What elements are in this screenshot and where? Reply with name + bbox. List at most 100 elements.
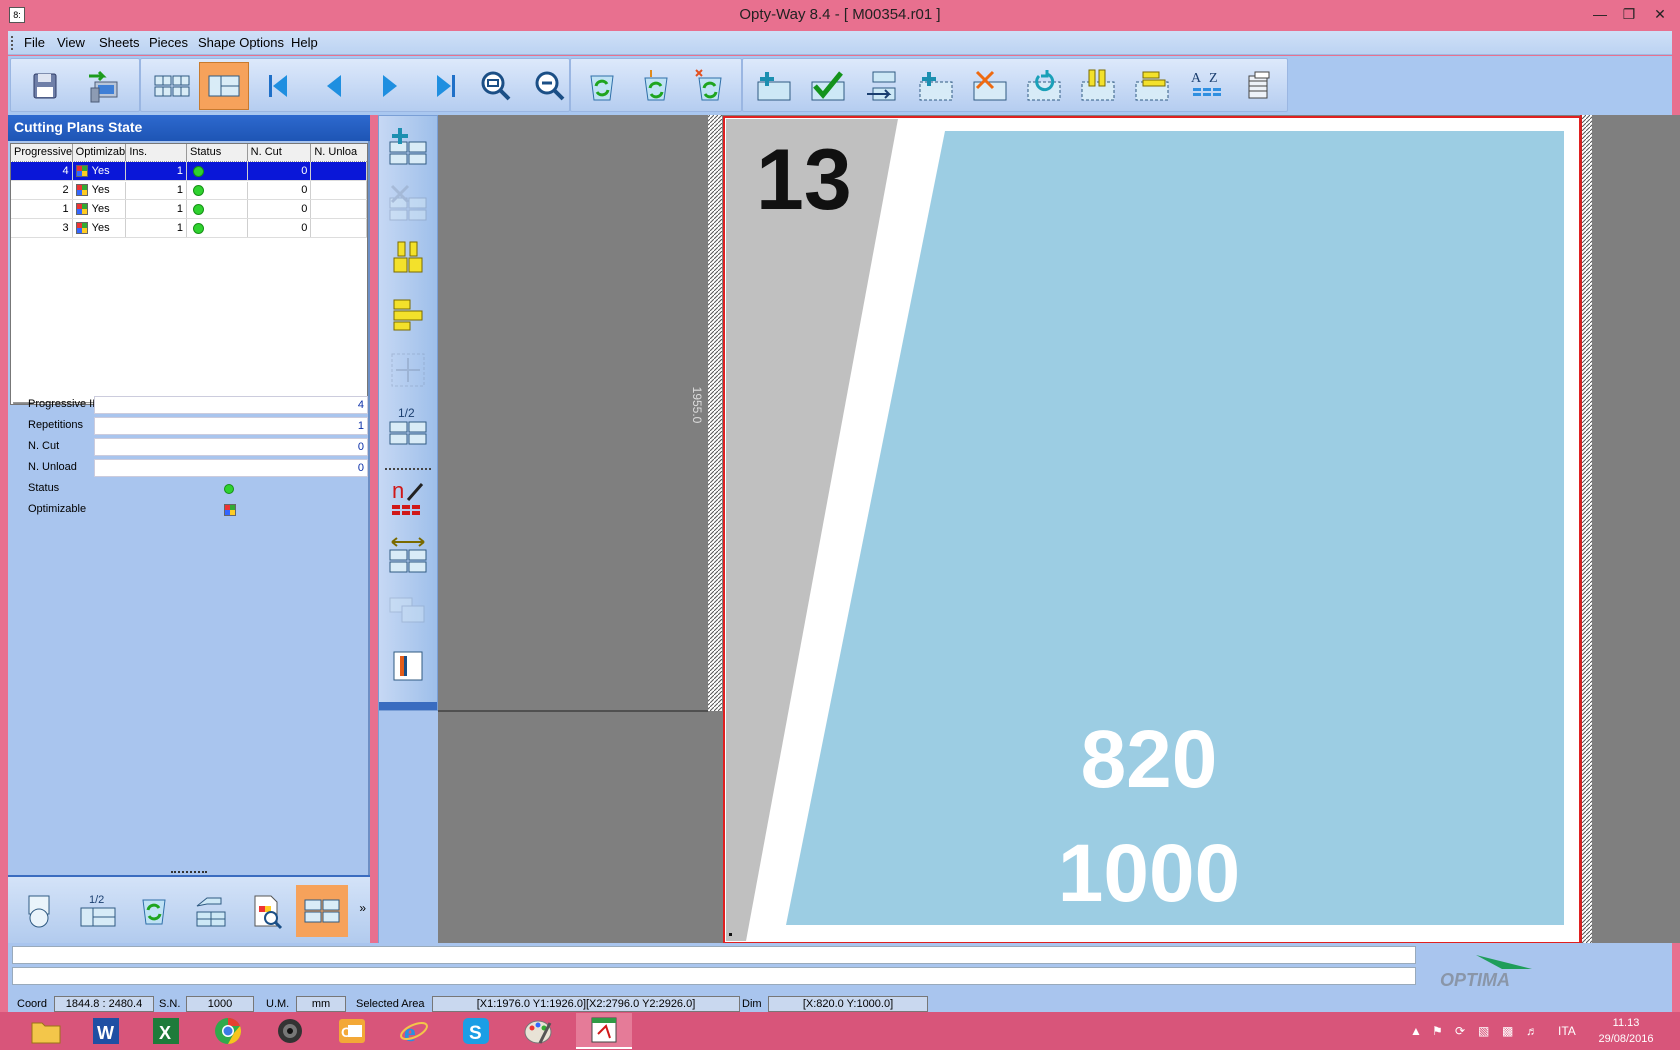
table-row[interactable]: 1 Yes 1 0 — [11, 200, 367, 219]
tray-power-icon[interactable]: ▧ — [1478, 1024, 1489, 1038]
property-n-unload-value[interactable]: 0 — [94, 459, 368, 477]
recycle-button[interactable] — [577, 62, 627, 110]
cutting-plans-grid[interactable]: Progressive Optimizable Ins. Status N. C… — [10, 143, 368, 405]
sort-az-button[interactable]: AZ — [1181, 62, 1231, 110]
align-vertical-button[interactable] — [1073, 62, 1123, 110]
half-sheet-button[interactable]: 1/2 — [72, 885, 124, 937]
transfer-button[interactable] — [79, 62, 129, 110]
add-piece-button[interactable] — [749, 62, 799, 110]
move-piece-button[interactable] — [857, 62, 907, 110]
recycle-add-button[interactable] — [631, 62, 681, 110]
tray-volume-icon[interactable]: ♬ — [1526, 1024, 1538, 1038]
taskbar-word[interactable]: W — [78, 1013, 134, 1049]
next-button[interactable] — [365, 62, 415, 110]
cell-n-cut: 0 — [248, 181, 312, 199]
confirm-button[interactable] — [803, 62, 853, 110]
rotate-piece-button[interactable] — [1019, 62, 1069, 110]
dim-value: [X:820.0 Y:1000.0] — [768, 996, 928, 1012]
stretch-sheet-button[interactable] — [384, 530, 432, 578]
confirm-icon — [811, 71, 845, 101]
cell-ins-text: 1 — [176, 165, 184, 177]
property-optimizable-label: Optimizable — [28, 503, 87, 515]
taskbar-file-explorer[interactable] — [18, 1013, 74, 1049]
more-buttons-chevron-icon[interactable]: » — [359, 901, 366, 915]
zoom-in-button[interactable] — [471, 62, 521, 110]
taskbar-skype[interactable]: S — [448, 1013, 504, 1049]
align-vertical-sheet-button[interactable] — [384, 234, 432, 282]
add-dashed-piece-button[interactable] — [911, 62, 961, 110]
column-ins[interactable]: Ins. — [126, 144, 188, 161]
align-vertical-icon — [1081, 69, 1115, 101]
menu-shape-options[interactable]: Shape Options — [198, 35, 284, 50]
disabled-sheet-button[interactable] — [384, 586, 432, 634]
property-progressive-value[interactable]: 4 — [94, 396, 368, 414]
single-sheet-view-button[interactable] — [199, 62, 249, 110]
taskbar-camera[interactable] — [262, 1013, 318, 1049]
menu-help[interactable]: Help — [291, 35, 318, 50]
minimize-button[interactable]: — — [1588, 3, 1612, 25]
language-indicator[interactable]: ITA — [1558, 1024, 1576, 1038]
toolbar-group-recycle — [570, 58, 742, 112]
sheet-canvas[interactable]: 13 820 1000 1955.0 — [438, 115, 1680, 943]
vtoolbar-filler — [378, 711, 438, 943]
move-pieces-button[interactable] — [184, 885, 236, 937]
align-horizontal-button[interactable] — [1127, 62, 1177, 110]
shapes-button[interactable] — [16, 885, 68, 937]
zoom-out-button[interactable] — [525, 62, 575, 110]
save-button[interactable] — [19, 62, 69, 110]
piece-preview-button[interactable] — [240, 885, 292, 937]
align-horizontal-sheet-button[interactable] — [384, 290, 432, 338]
taskbar-excel[interactable]: X — [138, 1013, 194, 1049]
menu-sheets[interactable]: Sheets — [99, 35, 139, 50]
restore-button[interactable]: ❐ — [1617, 3, 1641, 25]
tray-show-hidden-icon[interactable]: ▲ — [1410, 1024, 1422, 1038]
multi-sheet-view-button[interactable] — [147, 62, 197, 110]
tray-flag-icon[interactable]: ⚑ — [1432, 1024, 1443, 1038]
previous-button[interactable] — [309, 62, 359, 110]
last-button[interactable] — [421, 62, 471, 110]
coord-value: 1844.8 : 2480.4 — [54, 996, 154, 1012]
table-row[interactable]: 4 Yes 1 0 — [11, 161, 367, 182]
property-n-cut-value[interactable]: 0 — [94, 438, 368, 456]
cell-ins: 1 — [126, 162, 188, 180]
column-status[interactable]: Status — [187, 144, 248, 161]
database-button[interactable] — [1233, 62, 1283, 110]
taskbar-internet-explorer[interactable]: e — [386, 1013, 442, 1049]
delete-sheet-button[interactable] — [384, 178, 432, 226]
menu-view[interactable]: View — [57, 35, 85, 50]
cell-n-cut-text: 0 — [301, 222, 308, 234]
panel-splitter-grip[interactable] — [171, 871, 207, 875]
half-sheet-vertical-button[interactable]: 1/2 — [384, 402, 432, 450]
column-progressive[interactable]: Progressive — [11, 144, 73, 161]
cell-n-unload — [311, 162, 367, 180]
svg-text:W: W — [97, 1023, 114, 1043]
multi-sheet-view-panel-button[interactable] — [296, 885, 348, 937]
system-clock[interactable]: 11.13 29/08/2016 — [1590, 1015, 1662, 1047]
recycle-panel-button[interactable] — [128, 885, 180, 937]
delete-piece-button[interactable] — [965, 62, 1015, 110]
menu-file[interactable]: File — [24, 35, 45, 50]
taskbar-outlook[interactable]: O — [324, 1013, 380, 1049]
tray-network-icon[interactable]: ▩ — [1502, 1024, 1513, 1038]
logo-text: OPTIMA — [1440, 970, 1510, 989]
add-sheet-button[interactable] — [384, 122, 432, 170]
first-button[interactable] — [253, 62, 303, 110]
optima-logo: OPTIMA — [1440, 955, 1532, 989]
property-repetitions-value[interactable]: 1 — [94, 417, 368, 435]
column-optimizable[interactable]: Optimizable — [73, 144, 127, 161]
trim-sheet-button[interactable] — [384, 642, 432, 690]
taskbar-chrome[interactable] — [200, 1013, 256, 1049]
column-n-cut[interactable]: N. Cut — [248, 144, 312, 161]
taskbar-paint[interactable] — [510, 1013, 566, 1049]
close-button[interactable]: ✕ — [1648, 3, 1672, 25]
sn-label: S.N. — [159, 998, 181, 1010]
column-n-unload[interactable]: N. Unloa — [311, 144, 367, 161]
menu-pieces[interactable]: Pieces — [149, 35, 188, 50]
rename-sheet-button[interactable]: n — [384, 474, 432, 522]
tray-sync-icon[interactable]: ⟳ — [1455, 1024, 1465, 1038]
table-row[interactable]: 2 Yes 1 0 — [11, 181, 367, 200]
table-row[interactable]: 3 Yes 1 0 — [11, 219, 367, 238]
move-sheet-button[interactable] — [384, 346, 432, 394]
recycle-remove-button[interactable] — [685, 62, 735, 110]
taskbar-optyway[interactable] — [576, 1013, 632, 1049]
